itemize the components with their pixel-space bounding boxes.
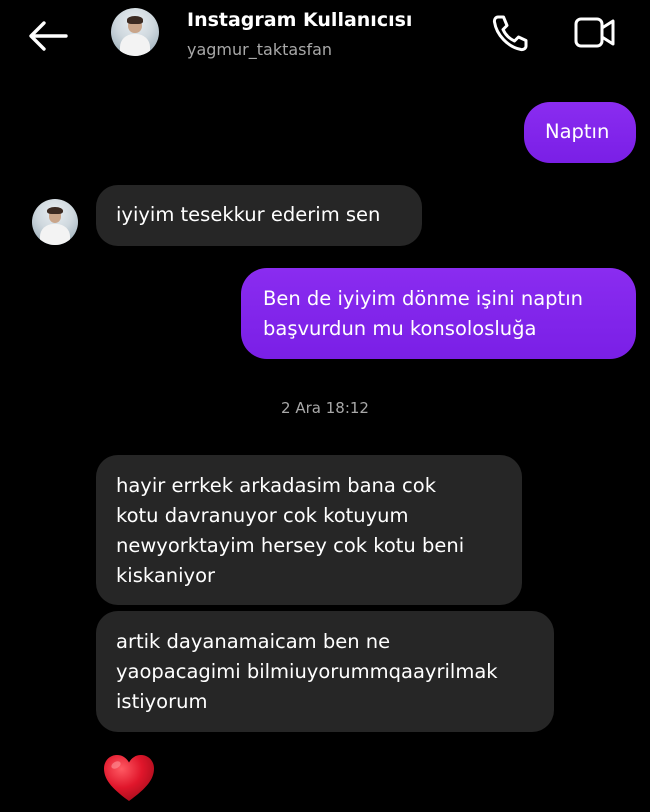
message-bubble-outgoing[interactable]: Naptın — [524, 102, 636, 163]
contact-avatar[interactable] — [111, 8, 159, 56]
message-line: newyorktayim hersey cok kotu beni — [116, 534, 465, 557]
message-line: kotu davranuyor cok kotuyum — [116, 504, 409, 527]
audio-call-button[interactable] — [488, 10, 534, 56]
video-call-button[interactable] — [570, 10, 620, 56]
message-line: Naptın — [545, 120, 610, 143]
message-line: iyiyim tesekkur ederim sen — [116, 203, 381, 226]
back-button[interactable] — [22, 14, 72, 58]
heart-message[interactable] — [101, 752, 157, 804]
message-timestamp: 2 Ara 18:12 — [281, 399, 369, 417]
red-heart-icon — [104, 755, 154, 801]
message-line: hayir errkek arkadasim bana cok — [116, 474, 436, 497]
message-bubble-incoming[interactable]: hayir errkek arkadasim bana cok kotu dav… — [96, 455, 522, 605]
message-line: istiyorum — [116, 690, 208, 713]
arrow-left-icon — [29, 21, 68, 51]
message-line: kiskaniyor — [116, 564, 216, 587]
chat-header: Instagram Kullanıcısı yagmur_taktasfan — [0, 0, 650, 78]
message-bubble-incoming[interactable]: artik dayanamaicam ben ne yaopacagimi bi… — [96, 611, 554, 732]
message-line: yaopacagimi bilmiuyorummqaayrilmak — [116, 660, 498, 683]
message-line: başvurdun mu konsolosluğa — [263, 317, 537, 340]
contact-handle[interactable]: yagmur_taktasfan — [187, 40, 332, 59]
contact-name[interactable]: Instagram Kullanıcısı — [187, 9, 412, 31]
video-camera-icon — [574, 17, 615, 48]
message-bubble-outgoing[interactable]: Ben de iyiyim dönme işini naptın başvurd… — [241, 268, 636, 359]
phone-icon — [492, 15, 528, 52]
sender-avatar[interactable] — [32, 199, 78, 245]
message-line: artik dayanamaicam ben ne — [116, 630, 391, 653]
message-bubble-incoming[interactable]: iyiyim tesekkur ederim sen — [96, 185, 422, 246]
message-line: Ben de iyiyim dönme işini naptın — [263, 287, 583, 310]
